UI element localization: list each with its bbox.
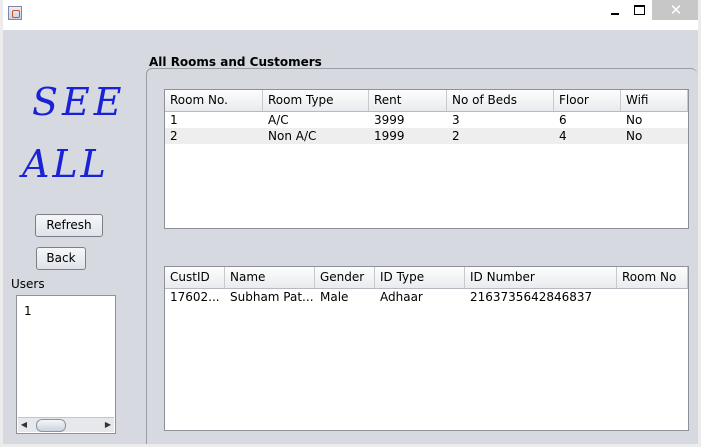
table-cell: A/C [268, 113, 289, 127]
window-titlebar: ✕ [0, 0, 701, 30]
customers-table-header: CustID Name Gender ID Type ID Number Roo… [165, 267, 688, 289]
table-cell: 1 [170, 113, 178, 127]
refresh-button[interactable]: Refresh [35, 214, 103, 237]
users-list[interactable]: 1 ◀ ▶ [16, 295, 116, 434]
window-border-left [0, 0, 3, 447]
scrollbar-thumb[interactable] [36, 419, 66, 432]
column-header-no-of-beds[interactable]: No of Beds [447, 90, 554, 111]
column-header-name[interactable]: Name [225, 267, 315, 288]
section-title: All Rooms and Customers [149, 55, 322, 69]
table-cell: 2163735642846837 [470, 290, 593, 304]
table-cell: Subham Pat... [230, 290, 314, 304]
table-cell: Non A/C [268, 129, 317, 143]
all-heading: ALL [22, 142, 109, 186]
table-cell: No [626, 129, 643, 143]
customers-table[interactable]: CustID Name Gender ID Type ID Number Roo… [164, 266, 689, 431]
column-header-rent[interactable]: Rent [369, 90, 447, 111]
column-header-room-type[interactable]: Room Type [263, 90, 369, 111]
table-cell: 3999 [374, 113, 405, 127]
table-row[interactable]: 2 Non A/C 1999 2 4 No [165, 128, 688, 144]
back-button[interactable]: Back [36, 247, 86, 270]
column-header-floor[interactable]: Floor [554, 90, 621, 111]
column-header-id-type[interactable]: ID Type [375, 267, 465, 288]
table-cell: 17602... [170, 290, 220, 304]
column-header-room-no[interactable]: Room No. [165, 90, 263, 111]
see-heading: SEE [32, 80, 126, 124]
scroll-right-icon[interactable]: ▶ [102, 418, 114, 432]
close-icon: ✕ [669, 1, 683, 19]
scroll-left-icon[interactable]: ◀ [18, 418, 30, 432]
table-cell: Male [320, 290, 349, 304]
column-header-id-number[interactable]: ID Number [465, 267, 617, 288]
column-header-cust-id[interactable]: CustID [165, 267, 225, 288]
rooms-table-header: Room No. Room Type Rent No of Beds Floor… [165, 90, 688, 112]
table-cell: 4 [559, 129, 567, 143]
close-button[interactable]: ✕ [652, 0, 700, 20]
users-list-item[interactable]: 1 [24, 304, 32, 318]
table-cell: 2 [170, 129, 178, 143]
column-header-room-no[interactable]: Room No [617, 267, 688, 288]
table-cell: 1999 [374, 129, 405, 143]
users-horizontal-scrollbar[interactable]: ◀ ▶ [18, 417, 114, 432]
table-row[interactable]: 17602... Subham Pat... Male Adhaar 21637… [165, 289, 688, 305]
table-row[interactable]: 1 A/C 3999 3 6 No [165, 112, 688, 128]
java-app-icon [8, 6, 22, 20]
rooms-table[interactable]: Room No. Room Type Rent No of Beds Floor… [164, 89, 689, 229]
column-header-wifi[interactable]: Wifi [621, 90, 688, 111]
table-cell: 2 [452, 129, 460, 143]
table-cell [617, 289, 688, 305]
table-cell: 3 [452, 113, 460, 127]
table-cell: No [626, 113, 643, 127]
users-label: Users [11, 277, 45, 291]
table-cell: 6 [559, 113, 567, 127]
table-cell: Adhaar [380, 290, 423, 304]
column-header-gender[interactable]: Gender [315, 267, 375, 288]
